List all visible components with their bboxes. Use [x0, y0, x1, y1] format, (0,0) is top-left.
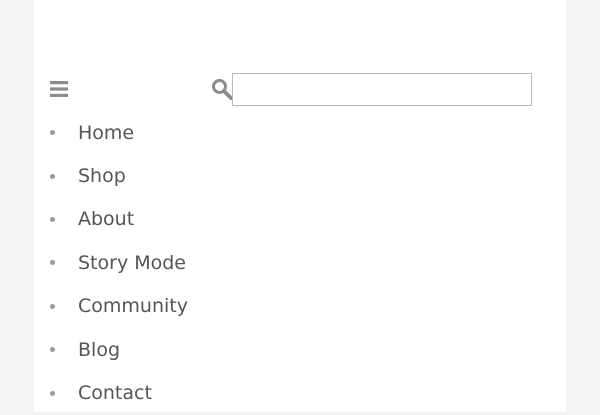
bullet-icon — [50, 347, 55, 353]
hamburger-menu-icon[interactable] — [50, 81, 68, 97]
nav-link-home[interactable]: Home — [78, 122, 134, 144]
search-icon[interactable] — [211, 78, 233, 100]
nav-link-contact[interactable]: Contact — [78, 382, 152, 404]
bullet-icon — [50, 260, 55, 266]
bullet-icon — [50, 216, 55, 222]
bullet-icon — [50, 173, 55, 179]
nav-link-community[interactable]: Community — [78, 295, 188, 317]
search-input[interactable] — [232, 73, 532, 106]
bullet-icon — [50, 390, 55, 396]
nav-link-blog[interactable]: Blog — [78, 339, 120, 361]
nav-link-about[interactable]: About — [78, 208, 134, 230]
nav-link-shop[interactable]: Shop — [78, 165, 126, 187]
bullet-icon — [50, 130, 55, 136]
bullet-icon — [50, 303, 55, 309]
nav-link-story-mode[interactable]: Story Mode — [78, 252, 186, 274]
page-panel: Home Shop About Story Mode Community Blo… — [34, 0, 566, 412]
